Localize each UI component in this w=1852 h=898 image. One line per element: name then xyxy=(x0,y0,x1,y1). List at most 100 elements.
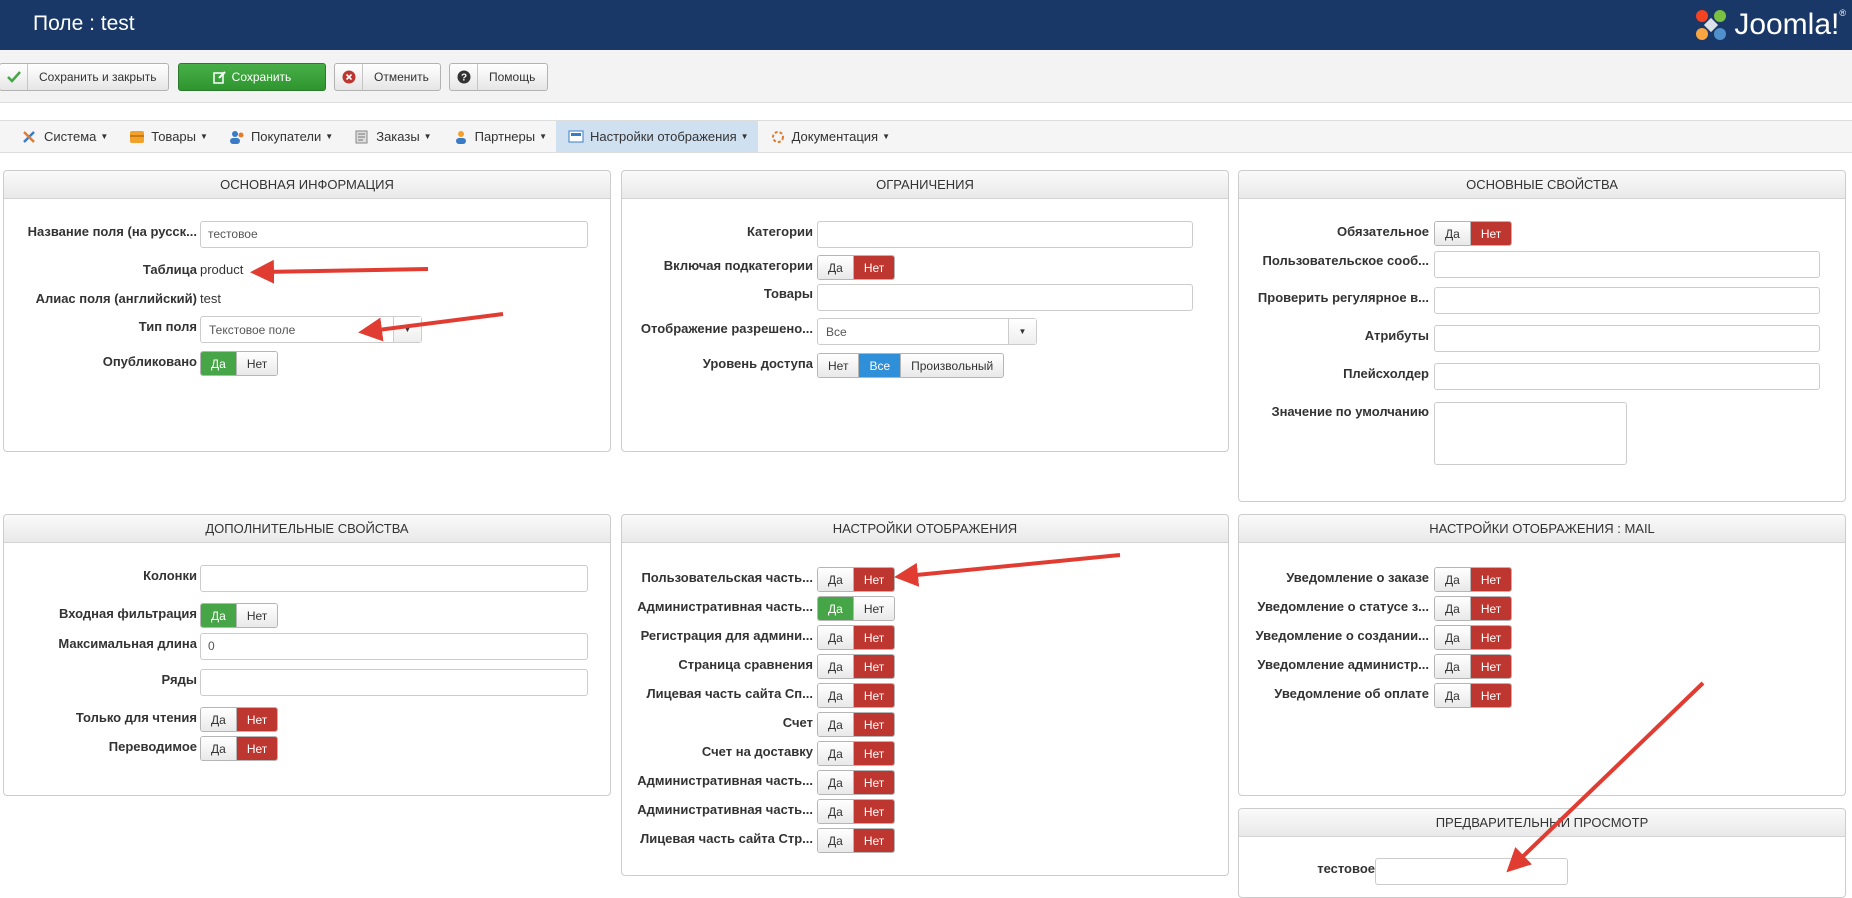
display-row-yes[interactable]: Да xyxy=(818,655,854,678)
display-row-no[interactable]: Нет xyxy=(853,829,895,852)
menu-documentation[interactable]: Документация ▼ xyxy=(758,121,899,152)
tools-icon xyxy=(22,130,38,144)
subcategories-no[interactable]: Нет xyxy=(853,256,895,279)
display-row-yes[interactable]: Да xyxy=(818,742,854,765)
mail-row-no[interactable]: Нет xyxy=(1470,626,1512,649)
mail-row-no[interactable]: Нет xyxy=(1470,568,1512,591)
input-filter-yes[interactable]: Да xyxy=(201,604,237,627)
display-row-no[interactable]: Нет xyxy=(853,771,895,794)
caret-down-icon: ▼ xyxy=(539,132,547,141)
access-custom[interactable]: Произвольный xyxy=(901,354,1004,377)
rows-input[interactable] xyxy=(200,669,588,696)
placeholder-input[interactable] xyxy=(1434,363,1820,390)
published-no[interactable]: Нет xyxy=(236,352,278,375)
published-label: Опубликовано xyxy=(102,354,197,369)
translatable-yes[interactable]: Да xyxy=(201,737,237,760)
display-row-no[interactable]: Нет xyxy=(853,713,895,736)
display-row-yes[interactable]: Да xyxy=(818,568,854,591)
mail-row-no[interactable]: Нет xyxy=(1470,655,1512,678)
display-row-no[interactable]: Нет xyxy=(853,626,895,649)
menu-customers[interactable]: Покупатели ▼ xyxy=(217,121,342,152)
menu-orders[interactable]: Заказы ▼ xyxy=(342,121,440,152)
display-row-label: Пользовательская часть... xyxy=(641,570,813,585)
display-row-yes[interactable]: Да xyxy=(818,684,854,707)
subcategories-yes[interactable]: Да xyxy=(818,256,854,279)
mail-row-yes[interactable]: Да xyxy=(1435,626,1471,649)
chevron-down-icon: ▼ xyxy=(393,317,421,342)
save-button[interactable]: Сохранить xyxy=(178,63,326,91)
menu-products[interactable]: Товары ▼ xyxy=(117,121,217,152)
products-icon xyxy=(129,130,145,144)
attributes-input[interactable] xyxy=(1434,325,1820,352)
mail-row-toggle: Да Нет xyxy=(1434,567,1513,592)
docs-icon xyxy=(770,130,786,144)
display-row-label: Лицевая часть сайта Сп... xyxy=(646,686,813,701)
required-yes[interactable]: Да xyxy=(1435,222,1471,245)
display-row-label: Счет на доставку xyxy=(701,744,813,759)
field-type-value: Текстовое поле xyxy=(209,323,296,337)
user-message-input[interactable] xyxy=(1434,251,1820,278)
display-row-yes[interactable]: Да xyxy=(818,800,854,823)
save-close-button[interactable]: Сохранить и закрыть xyxy=(0,63,169,91)
user-message-label: Пользовательское сооб... xyxy=(1262,253,1429,268)
max-length-input[interactable]: 0 xyxy=(200,633,588,660)
display-row-toggle: Да Нет xyxy=(817,770,896,795)
subcategories-toggle: Да Нет xyxy=(817,255,896,280)
input-filter-no[interactable]: Нет xyxy=(236,604,278,627)
display-row-no[interactable]: Нет xyxy=(853,655,895,678)
caret-down-icon: ▼ xyxy=(882,132,890,141)
display-row-no[interactable]: Нет xyxy=(853,742,895,765)
translatable-no[interactable]: Нет xyxy=(236,737,278,760)
access-all[interactable]: Все xyxy=(859,354,902,377)
columns-input[interactable] xyxy=(200,565,588,592)
mail-row-yes[interactable]: Да xyxy=(1435,597,1471,620)
mail-row-yes[interactable]: Да xyxy=(1435,684,1471,707)
required-no[interactable]: Нет xyxy=(1470,222,1512,245)
categories-input[interactable] xyxy=(817,221,1193,248)
table-value: product xyxy=(200,262,244,277)
access-no[interactable]: Нет xyxy=(818,354,860,377)
products-input[interactable] xyxy=(817,284,1193,311)
readonly-no[interactable]: Нет xyxy=(236,708,278,731)
placeholder-label: Плейсхолдер xyxy=(1343,366,1429,381)
table-label: Таблица xyxy=(142,262,197,277)
menu-partners[interactable]: Партнеры ▼ xyxy=(441,121,556,152)
cancel-button[interactable]: Отменить xyxy=(334,63,441,91)
menu-system[interactable]: Система ▼ xyxy=(10,121,117,152)
caret-down-icon: ▼ xyxy=(423,132,432,141)
menu-display-settings[interactable]: Настройки отображения ▼ xyxy=(555,121,758,152)
preview-input[interactable] xyxy=(1375,858,1568,885)
field-type-select[interactable]: Текстовое поле ▼ xyxy=(200,316,422,343)
display-row-yes[interactable]: Да xyxy=(818,597,854,620)
display-row-label: Административная часть... xyxy=(637,599,813,614)
display-row-yes[interactable]: Да xyxy=(818,626,854,649)
display-allowed-select[interactable]: Все ▼ xyxy=(817,318,1037,345)
display-row-no[interactable]: Нет xyxy=(853,597,895,620)
display-row-toggle: Да Нет xyxy=(817,741,896,766)
help-button[interactable]: ? Помощь xyxy=(449,63,548,91)
display-row-no[interactable]: Нет xyxy=(853,684,895,707)
field-name-input[interactable]: тестовое xyxy=(200,221,588,248)
field-name-label: Название поля (на русск... xyxy=(27,224,197,239)
published-yes[interactable]: Да xyxy=(201,352,237,375)
display-row-label: Лицевая часть сайта Стр... xyxy=(640,831,813,846)
display-row-yes[interactable]: Да xyxy=(818,771,854,794)
readonly-yes[interactable]: Да xyxy=(201,708,237,731)
svg-text:?: ? xyxy=(460,73,466,84)
caret-down-icon: ▼ xyxy=(100,132,109,141)
display-allowed-label: Отображение разрешено... xyxy=(640,321,813,336)
display-row-yes[interactable]: Да xyxy=(818,713,854,736)
display-row-no[interactable]: Нет xyxy=(853,568,895,591)
orders-icon xyxy=(354,130,370,144)
regex-input[interactable] xyxy=(1434,287,1820,314)
mail-row-no[interactable]: Нет xyxy=(1470,597,1512,620)
display-row-yes[interactable]: Да xyxy=(818,829,854,852)
max-length-label: Максимальная длина xyxy=(58,636,197,651)
display-row-no[interactable]: Нет xyxy=(853,800,895,823)
mail-row-no[interactable]: Нет xyxy=(1470,684,1512,707)
regex-label: Проверить регулярное в... xyxy=(1257,290,1429,305)
partners-icon xyxy=(453,130,469,144)
mail-row-yes[interactable]: Да xyxy=(1435,655,1471,678)
mail-row-yes[interactable]: Да xyxy=(1435,568,1471,591)
default-value-textarea[interactable] xyxy=(1434,402,1627,465)
